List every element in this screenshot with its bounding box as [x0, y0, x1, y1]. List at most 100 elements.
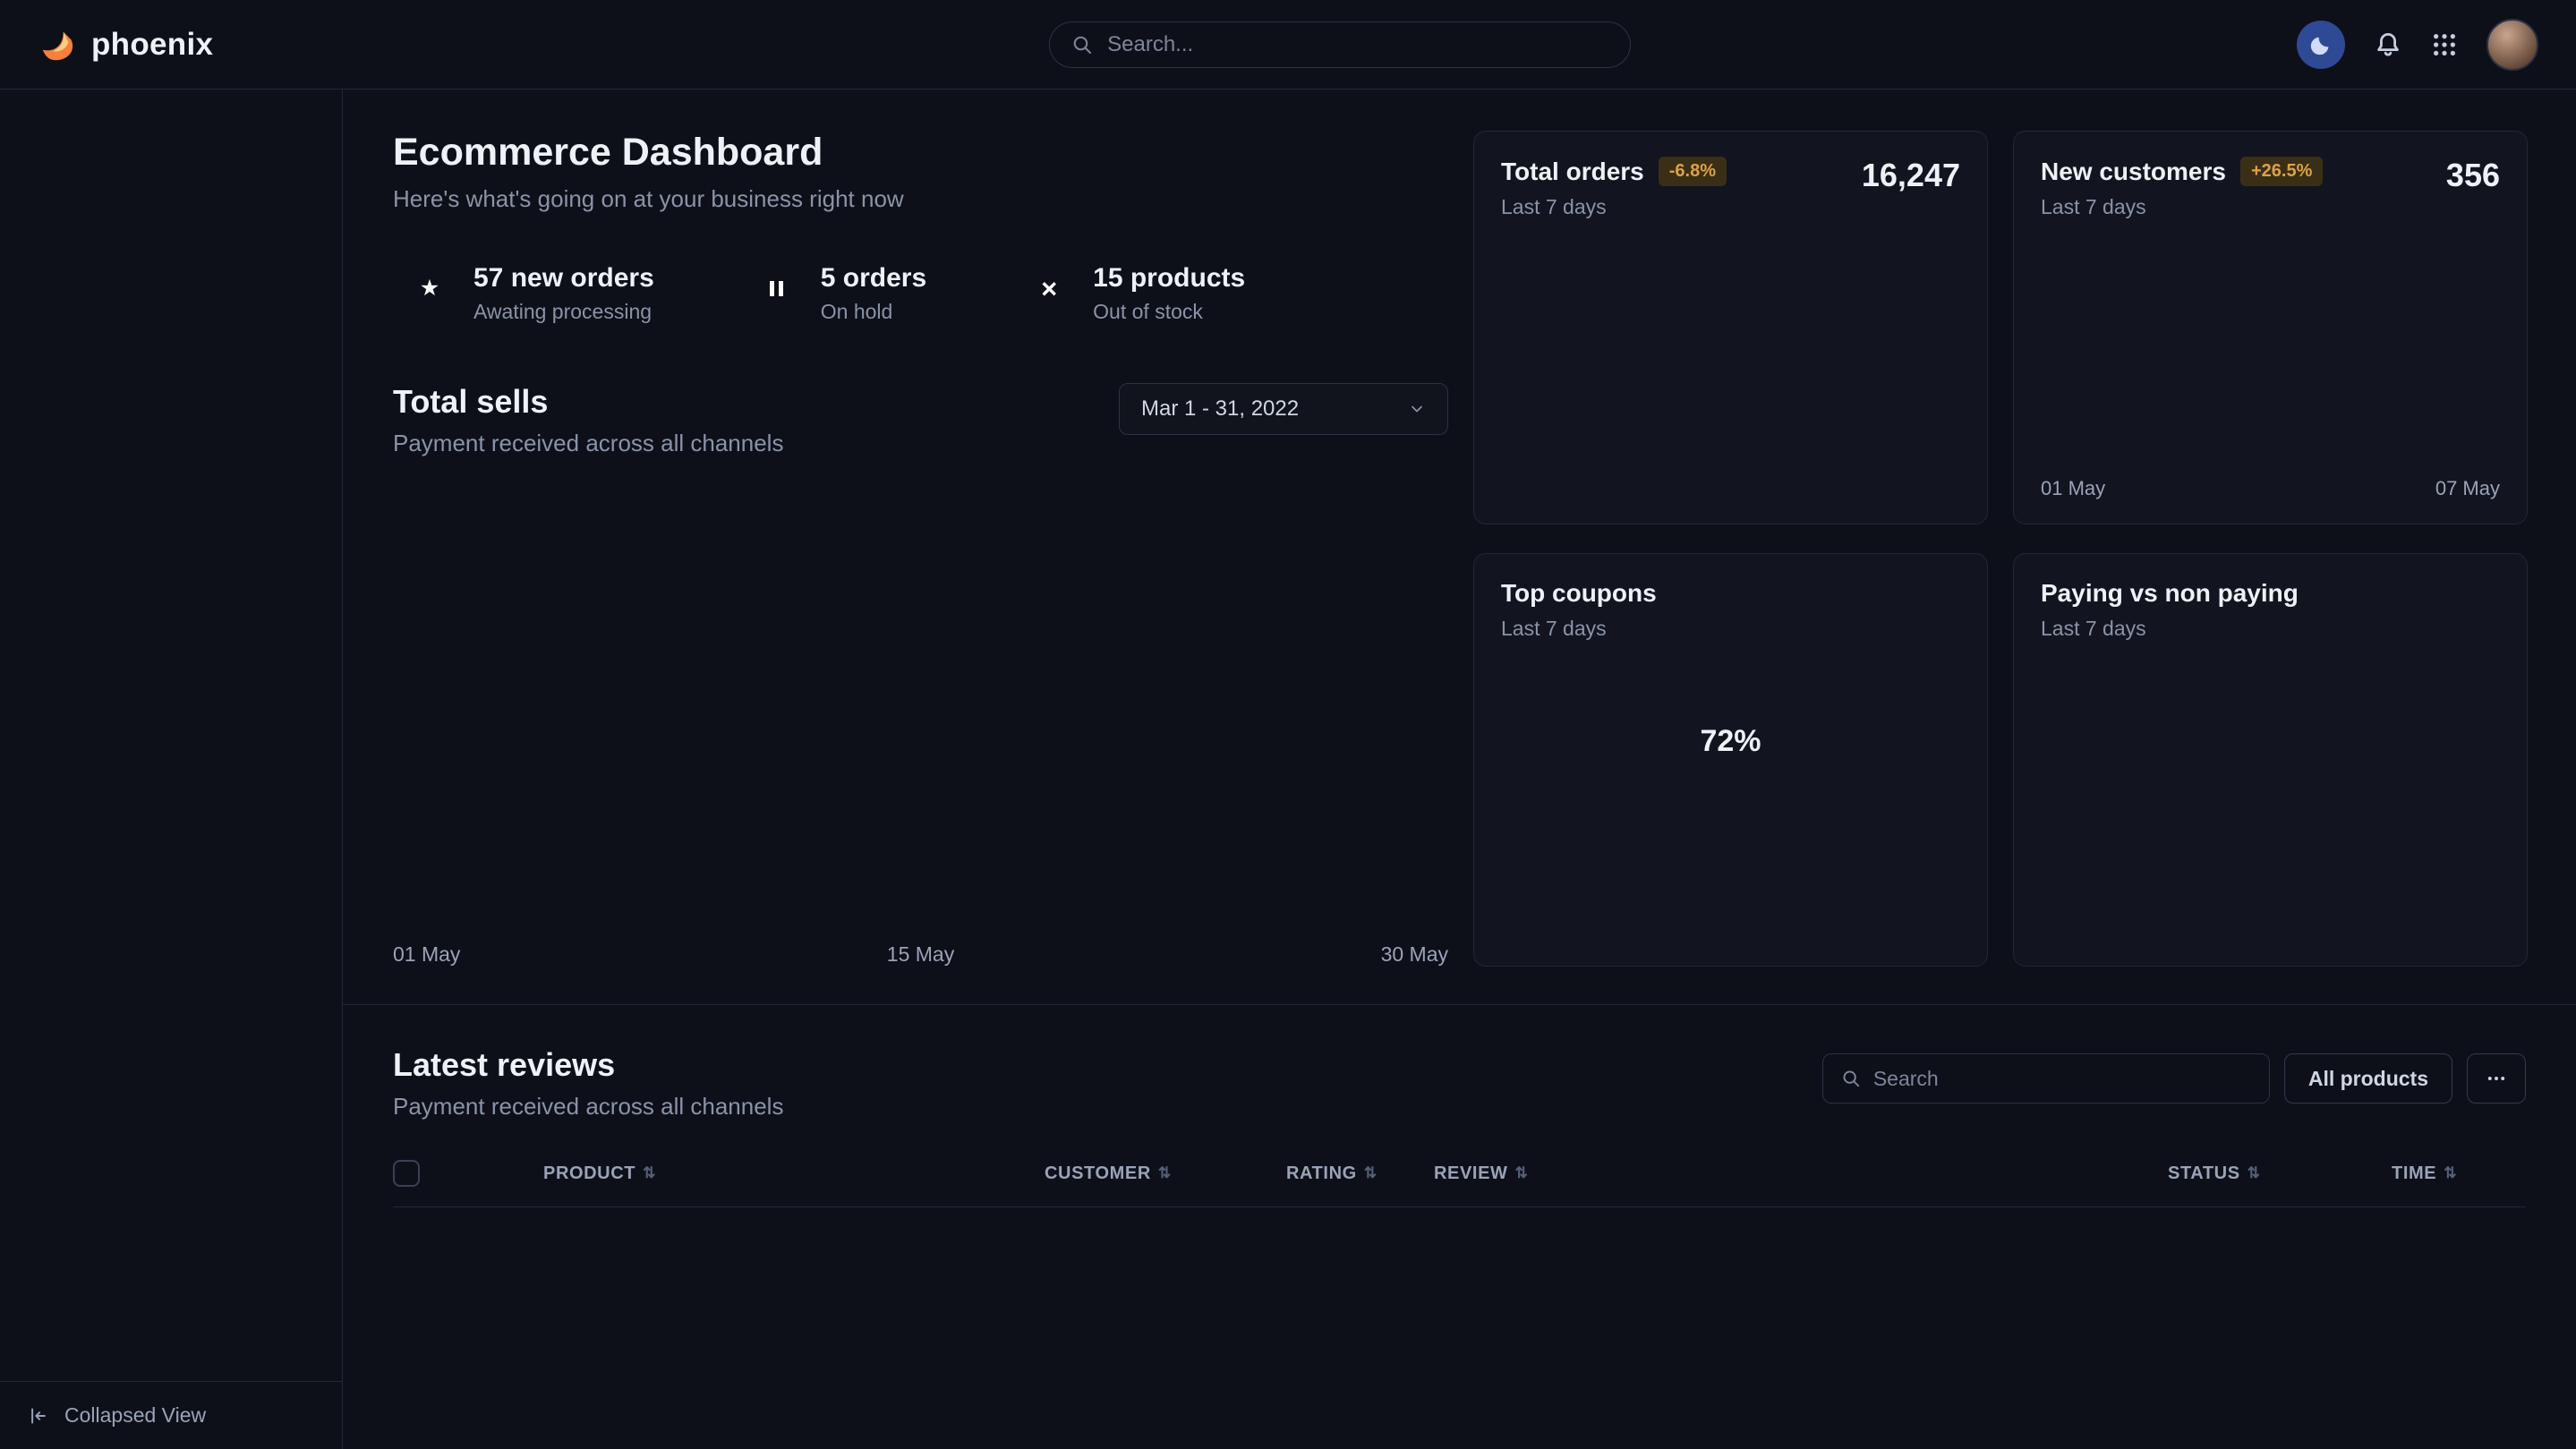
card-title: Total orders	[1501, 158, 1644, 186]
stat-value: 15 products	[1093, 263, 1245, 294]
paying-chart-area	[2041, 641, 2500, 942]
notifications-button[interactable]	[2374, 30, 2402, 59]
bell-icon	[2374, 30, 2402, 59]
new-customers-value: 356	[2446, 157, 2500, 194]
total-sells-chart-wrap: 01 May 15 May 30 May	[393, 488, 1448, 967]
sort-icon: ⇅	[1364, 1164, 1378, 1182]
card-period: Last 7 days	[1501, 195, 1727, 219]
theme-toggle-button[interactable]	[2297, 21, 2345, 69]
stat-new-orders: ★ 57 new orders Awating processing	[393, 263, 654, 324]
x-tick: 01 May	[2041, 477, 2105, 500]
reviews-search[interactable]	[1822, 1053, 2270, 1104]
brand[interactable]: phoenix	[38, 24, 213, 65]
sidebar-nav	[0, 107, 342, 1381]
dashboard-left-column: Ecommerce Dashboard Here's what's going …	[393, 131, 1448, 967]
total-sells-subtitle: Payment received across all channels	[393, 430, 783, 457]
dashboard-section: Ecommerce Dashboard Here's what's going …	[343, 89, 2576, 1004]
col-status[interactable]: STATUS⇅	[2168, 1163, 2392, 1184]
navbar-actions	[2297, 19, 2538, 71]
trend-badge: +26.5%	[2240, 157, 2323, 186]
new-customers-line-chart	[2041, 277, 2500, 465]
page-subtitle: Here's what's going on at your business …	[393, 185, 1448, 213]
stat-caption: On hold	[821, 300, 926, 324]
x-tick: 01 May	[393, 942, 460, 967]
moon-icon	[2308, 32, 2333, 57]
col-review[interactable]: REVIEW⇅	[1434, 1163, 2168, 1184]
search-icon	[1071, 34, 1093, 55]
x-tick: 15 May	[887, 942, 954, 967]
card-title: Paying vs non paying	[2041, 579, 2299, 608]
col-rating[interactable]: RATING⇅	[1286, 1163, 1434, 1184]
total-orders-chart-area	[1501, 219, 1960, 500]
total-orders-bar-chart	[1628, 291, 1834, 430]
more-options-button[interactable]	[2467, 1053, 2526, 1104]
card-title: Top coupons	[1501, 579, 1657, 608]
global-search-input[interactable]	[1107, 32, 1608, 57]
stat-caption: Out of stock	[1093, 300, 1245, 324]
select-all-checkbox[interactable]	[393, 1160, 420, 1187]
col-time[interactable]: TIME⇅	[2392, 1163, 2526, 1184]
trend-badge: -6.8%	[1659, 157, 1727, 186]
user-avatar[interactable]	[2486, 19, 2538, 71]
reviews-controls: All products	[1822, 1053, 2526, 1104]
paying-gauge-chart	[2154, 727, 2387, 857]
collapsed-view-label: Collapsed View	[64, 1403, 206, 1428]
top-navbar: phoenix	[0, 0, 2576, 89]
search-icon	[1841, 1069, 1861, 1088]
arrow-bar-left-icon	[29, 1406, 48, 1426]
on-hold-pause-icon	[740, 266, 799, 321]
sort-icon: ⇅	[1515, 1164, 1529, 1182]
global-search[interactable]	[1049, 21, 1631, 68]
total-orders-value: 16,247	[1862, 157, 1960, 194]
stat-value: 5 orders	[821, 263, 926, 294]
total-sells-title: Total sells	[393, 383, 783, 421]
quick-stats: ★ 57 new orders Awating processing 5 ord…	[393, 263, 1448, 324]
apps-grid-button[interactable]	[2431, 31, 2458, 58]
date-range-select[interactable]: Mar 1 - 31, 2022	[1119, 383, 1448, 435]
top-coupons-chart-area: 72%	[1643, 653, 1819, 829]
sort-icon: ⇅	[643, 1164, 656, 1182]
out-of-stock-x-icon: ×	[1012, 266, 1071, 321]
ellipsis-icon	[2486, 1068, 2507, 1089]
sort-icon: ⇅	[2248, 1164, 2261, 1182]
x-tick: 07 May	[2435, 477, 2500, 500]
stat-out-of-stock: × 15 products Out of stock	[1012, 263, 1245, 324]
brand-name: phoenix	[91, 27, 213, 63]
all-products-button[interactable]: All products	[2284, 1053, 2452, 1104]
date-range-value: Mar 1 - 31, 2022	[1141, 396, 1299, 422]
new-orders-star-icon: ★	[393, 266, 452, 321]
collapsed-view-toggle[interactable]: Collapsed View	[0, 1381, 342, 1449]
card-period: Last 7 days	[2041, 617, 2299, 641]
sidebar: Collapsed View	[0, 89, 343, 1449]
card-title: New customers	[2041, 158, 2226, 186]
latest-reviews-section: Latest reviews Payment received across a…	[343, 1004, 2576, 1449]
col-product[interactable]: PRODUCT⇅	[543, 1163, 1045, 1184]
total-orders-card: Total orders -6.8% Last 7 days 16,247	[1473, 131, 1988, 524]
chevron-down-icon	[1408, 400, 1426, 418]
reviews-table: PRODUCT⇅ CUSTOMER⇅ RATING⇅ REVIEW⇅ STATU…	[393, 1160, 2526, 1207]
card-period: Last 7 days	[2041, 195, 2323, 219]
top-coupons-card: Top coupons Last 7 days 72%	[1473, 553, 1988, 967]
new-customers-chart-area	[2041, 219, 2500, 465]
stat-caption: Awating processing	[473, 300, 654, 324]
total-sells-x-axis: 01 May 15 May 30 May	[393, 942, 1448, 967]
page-title: Ecommerce Dashboard	[393, 131, 1448, 175]
sort-icon: ⇅	[2444, 1164, 2457, 1182]
x-tick: 30 May	[1381, 942, 1448, 967]
paying-vs-non-paying-card: Paying vs non paying Last 7 days	[2013, 553, 2528, 967]
new-customers-x-axis: 01 May 07 May	[2041, 477, 2500, 500]
phoenix-logo-icon	[38, 24, 79, 65]
reviews-title: Latest reviews	[393, 1046, 783, 1084]
main-content: Ecommerce Dashboard Here's what's going …	[343, 89, 2576, 1449]
total-sells-header: Total sells Payment received across all …	[393, 383, 1448, 457]
donut-center-label: 72%	[1643, 653, 1819, 829]
stat-value: 57 new orders	[473, 263, 654, 294]
reviews-subtitle: Payment received across all channels	[393, 1093, 783, 1121]
sort-icon: ⇅	[1158, 1164, 1172, 1182]
col-customer[interactable]: CUSTOMER⇅	[1045, 1163, 1286, 1184]
stat-on-hold: 5 orders On hold	[740, 263, 926, 324]
total-sells-chart	[393, 488, 1448, 928]
reviews-table-header: PRODUCT⇅ CUSTOMER⇅ RATING⇅ REVIEW⇅ STATU…	[393, 1160, 2526, 1207]
grid-icon	[2431, 31, 2458, 58]
reviews-search-input[interactable]	[1873, 1067, 2251, 1091]
